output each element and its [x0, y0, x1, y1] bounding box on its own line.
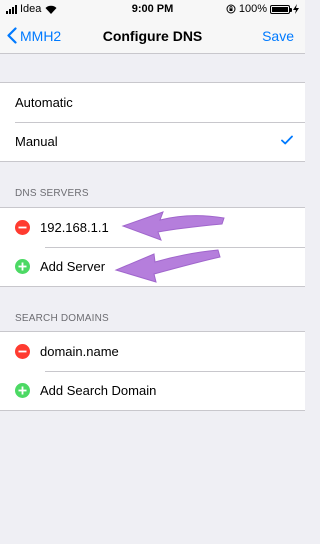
mode-option-label: Manual: [15, 134, 58, 149]
checkmark-icon: [281, 135, 293, 145]
dns-mode-group: Automatic Manual: [0, 82, 305, 162]
mode-option-automatic[interactable]: Automatic: [0, 83, 305, 122]
add-server-label: Add Server: [40, 259, 106, 274]
add-server-button[interactable]: Add Server: [0, 247, 305, 286]
page-title: Configure DNS: [102, 28, 203, 44]
add-circle-icon[interactable]: [15, 259, 30, 274]
charging-icon: [293, 4, 299, 14]
mode-option-label: Automatic: [15, 95, 73, 110]
search-domain-row[interactable]: domain.name: [0, 332, 305, 371]
dns-server-row[interactable]: 192.168.1.1: [0, 208, 305, 247]
battery-icon: [270, 4, 292, 14]
mode-option-manual[interactable]: Manual: [0, 122, 305, 161]
dns-servers-group: 192.168.1.1 Add Server: [0, 207, 305, 287]
status-bar: Idea 9:00 PM 100%: [0, 0, 305, 20]
search-domains-group: domain.name Add Search Domain: [0, 331, 305, 411]
dns-server-address[interactable]: 192.168.1.1: [40, 220, 109, 235]
dns-servers-header: DNS SERVERS: [15, 188, 89, 199]
battery-percent: 100%: [238, 3, 267, 15]
delete-circle-icon[interactable]: [15, 344, 30, 359]
add-search-domain-label: Add Search Domain: [40, 383, 157, 398]
status-right: 100%: [226, 3, 299, 15]
search-domain-name[interactable]: domain.name: [40, 344, 119, 359]
add-search-domain-button[interactable]: Add Search Domain: [0, 371, 305, 410]
delete-circle-icon[interactable]: [15, 220, 30, 235]
save-button[interactable]: Save: [262, 28, 294, 44]
search-domains-header: SEARCH DOMAINS: [15, 313, 109, 324]
navigation-bar: MMH2 Configure DNS Save: [0, 20, 305, 54]
add-circle-icon[interactable]: [15, 383, 30, 398]
orientation-lock-icon: [226, 4, 236, 14]
